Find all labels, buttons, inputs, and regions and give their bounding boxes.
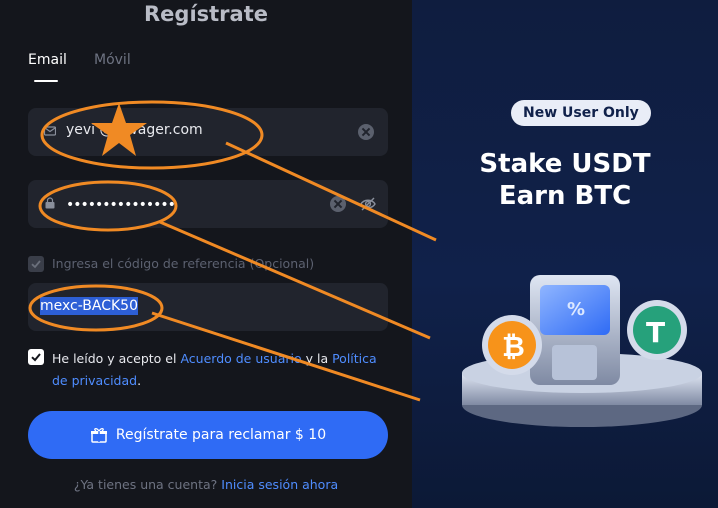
referral-label: Ingresa el código de referencia (Opciona… <box>52 256 315 271</box>
svg-text:%: % <box>567 299 585 320</box>
checkbox-icon <box>31 353 41 362</box>
lock-icon <box>45 197 55 209</box>
register-button-label: Regístrate para reclamar $ 10 <box>115 427 327 443</box>
email-value: yevi @idwager.com <box>66 122 203 138</box>
mail-icon <box>44 126 56 136</box>
svg-text:T: T <box>646 316 665 349</box>
password-field[interactable]: ••••••••••••••• <box>28 180 388 228</box>
password-value: ••••••••••••••• <box>66 197 176 213</box>
promo-headline-2: Earn BTC <box>498 181 632 211</box>
login-question: ¿Ya tienes una cuenta? <box>73 477 218 492</box>
login-link[interactable]: Inicia sesión ahora <box>221 477 338 492</box>
terms-prefix: He leído y acepto el <box>52 351 181 366</box>
terms-checkbox[interactable] <box>28 349 44 365</box>
promo-panel: New User Only Stake USDT Earn BTC % ₿ T <box>412 0 718 508</box>
terms-suffix: . <box>137 373 142 388</box>
tab-movil[interactable]: Móvil <box>94 52 131 68</box>
new-user-badge: New User Only <box>511 100 651 126</box>
register-button[interactable]: Regístrate para reclamar $ 10 <box>28 411 388 459</box>
clear-icon[interactable] <box>358 124 374 140</box>
tether-icon: T <box>627 300 687 360</box>
referral-code-field[interactable]: mexc-BACK50 <box>28 283 388 331</box>
tab-email[interactable]: Email <box>28 52 67 68</box>
gift-icon <box>90 428 107 443</box>
terms-text: He leído y acepto el Acuerdo de usuario … <box>52 348 392 392</box>
page-title: Regístrate <box>144 2 268 26</box>
user-agreement-link[interactable]: Acuerdo de usuario <box>180 351 301 366</box>
register-panel: Regístrate Email Móvil yevi @idwager.com… <box>0 0 412 508</box>
login-prompt: ¿Ya tienes una cuenta? Inicia sesión ahor… <box>0 477 412 492</box>
promo-headline-1: Stake USDT <box>479 149 651 179</box>
referral-code-value: mexc-BACK50 <box>40 297 138 315</box>
email-field[interactable]: yevi @idwager.com <box>28 108 388 156</box>
clear-icon[interactable] <box>330 196 346 212</box>
referral-checkbox[interactable] <box>28 256 44 272</box>
checkbox-icon <box>31 260 41 269</box>
terms-middle: y la <box>301 351 333 366</box>
svg-text:₿: ₿ <box>502 330 525 363</box>
eye-off-icon[interactable] <box>358 194 378 214</box>
bitcoin-icon: ₿ <box>482 315 542 375</box>
staking-illustration: % ₿ T <box>462 275 702 427</box>
active-tab-indicator <box>34 80 58 82</box>
